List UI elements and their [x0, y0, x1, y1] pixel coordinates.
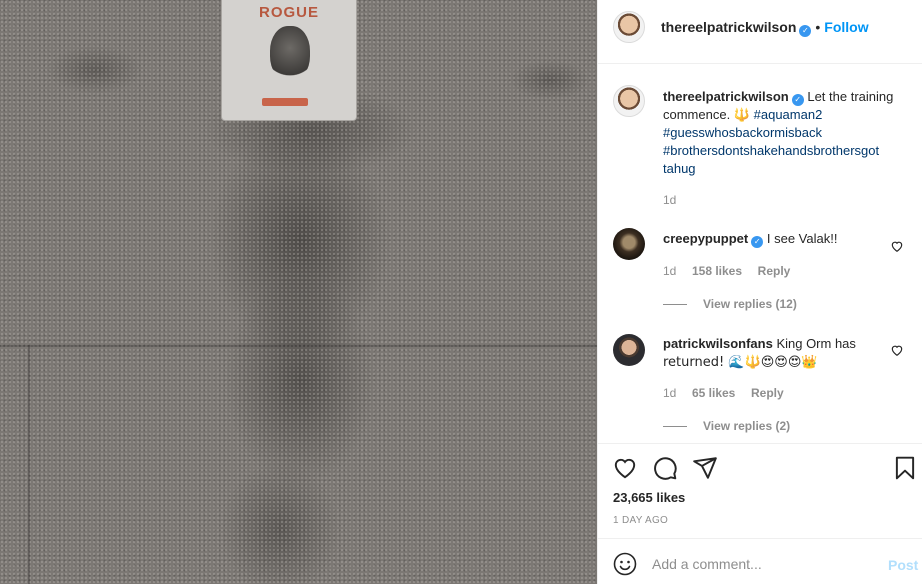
comment-username[interactable]: patrickwilsonfans [663, 336, 773, 351]
comment-time[interactable]: 1d [663, 264, 676, 278]
post-header: thereelpatrickwilson ✓ • Follow [598, 0, 922, 64]
share-icon[interactable] [692, 455, 718, 481]
comment-likes[interactable]: 65 likes [692, 386, 735, 400]
view-replies-label[interactable]: View replies (2) [703, 419, 790, 433]
pad-stripe [262, 98, 308, 106]
reply-button[interactable]: Reply [758, 264, 791, 278]
avatar[interactable] [613, 11, 645, 43]
header-user-line: thereelpatrickwilson ✓ • Follow [661, 19, 869, 37]
comment: patrickwilsonfans King Orm has returned!… [663, 335, 883, 372]
divider [598, 443, 922, 444]
comment-meta: 1d 158 likes Reply [663, 263, 790, 278]
hashtag-link[interactable]: #aquaman2 [754, 107, 823, 122]
post-details-panel: thereelpatrickwilson ✓ • Follow thereelpatr… [597, 0, 922, 584]
separator-dot: • [815, 19, 821, 35]
comment: creepypuppet ✓ I see Valak!! [663, 230, 883, 248]
comment-input[interactable] [652, 556, 872, 572]
post-photo[interactable]: ROGUE [0, 0, 597, 584]
comment-username[interactable]: creepypuppet [663, 231, 748, 246]
post-button[interactable]: Post [888, 557, 918, 573]
comment-like-heart-icon[interactable] [890, 343, 904, 357]
comment-meta: 1d 65 likes Reply [663, 385, 784, 400]
likes-count[interactable]: 23,665 likes [613, 490, 685, 505]
hashtag-link[interactable]: #guesswhosbackormisback [663, 125, 822, 140]
comment-avatar[interactable] [613, 334, 645, 366]
bookmark-icon[interactable] [892, 455, 918, 481]
post-date[interactable]: 1 DAY AGO [613, 515, 668, 526]
comment-likes[interactable]: 158 likes [692, 264, 742, 278]
pad-brand-logo: ROGUE [258, 4, 319, 21]
heart-icon[interactable] [612, 455, 638, 481]
comment-text: King Orm has [776, 336, 856, 351]
verified-badge-icon: ✓ [799, 25, 812, 37]
view-replies[interactable]: View replies (2) [663, 418, 790, 433]
follow-button[interactable]: Follow [824, 19, 868, 35]
caption: thereelpatrickwilson ✓ Let the training c… [663, 88, 908, 178]
verified-badge-icon: ✓ [751, 236, 764, 248]
comment-avatar[interactable] [613, 228, 645, 260]
reply-button[interactable]: Reply [751, 386, 784, 400]
comment-text-line2: returned! 🌊🔱😍😍😍👑 [663, 355, 818, 370]
verified-badge-icon: ✓ [791, 94, 804, 106]
caption-time[interactable]: 1d [663, 193, 676, 207]
view-replies-label[interactable]: View replies (12) [703, 297, 797, 311]
comment-icon[interactable] [652, 455, 678, 481]
floor-seam [0, 345, 597, 347]
comment-text: I see Valak!! [766, 231, 838, 246]
divider [598, 538, 922, 539]
header-username[interactable]: thereelpatrickwilson [661, 19, 796, 35]
caption-avatar[interactable] [613, 85, 645, 117]
hashtag-link[interactable]: tahug [663, 161, 696, 176]
emoji-icon[interactable] [613, 552, 637, 576]
replies-line [663, 304, 687, 306]
hashtag-link[interactable]: #brothersdontshakehandsbrothersgot [663, 143, 879, 158]
view-replies[interactable]: View replies (12) [663, 296, 797, 311]
comment-time[interactable]: 1d [663, 386, 676, 400]
replies-line [663, 426, 687, 428]
caption-username[interactable]: thereelpatrickwilson [663, 89, 789, 104]
pad-artwork [270, 26, 310, 81]
comment-like-heart-icon[interactable] [890, 239, 904, 253]
floor-seam [28, 345, 30, 584]
